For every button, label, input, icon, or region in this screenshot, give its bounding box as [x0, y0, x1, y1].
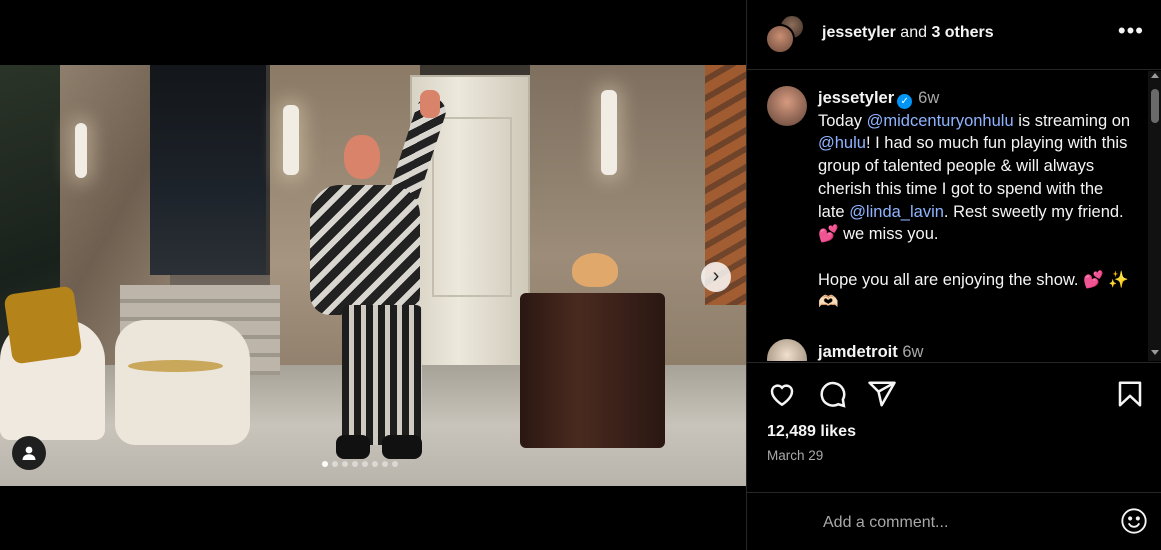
- carousel-dot: [332, 461, 338, 467]
- authors-conjunction: and: [895, 24, 932, 41]
- next-photo-button[interactable]: ›: [701, 262, 731, 292]
- carousel-dot: [322, 461, 328, 467]
- photo-sconce: [75, 123, 87, 178]
- user-icon: [22, 446, 36, 460]
- comments-scrollbar[interactable]: [1148, 71, 1161, 361]
- scrollbar-thumb[interactable]: [1151, 89, 1159, 123]
- photo-sconce: [601, 90, 617, 175]
- caption-text: is streaming on: [1013, 111, 1131, 130]
- emoji-icon[interactable]: [1120, 507, 1148, 535]
- mention-link[interactable]: @hulu: [818, 134, 866, 152]
- comment-time[interactable]: 6w: [902, 343, 923, 361]
- person-boot: [382, 435, 422, 459]
- comment-username[interactable]: jamdetroit: [818, 343, 898, 361]
- carousel-dot: [342, 461, 348, 467]
- avatar: [765, 24, 795, 54]
- mention-link[interactable]: @linda_lavin: [849, 203, 944, 221]
- verified-badge-icon: ✓: [897, 94, 913, 109]
- comment-input[interactable]: [823, 511, 1093, 535]
- tagged-users-button[interactable]: [12, 436, 46, 470]
- post-date[interactable]: March 29: [767, 448, 823, 463]
- carousel-dot: [382, 461, 388, 467]
- photo-flowers: [572, 253, 618, 287]
- photo-side-table: [128, 360, 223, 372]
- photo-window: [150, 65, 270, 275]
- heart-icon[interactable]: [767, 379, 797, 409]
- carousel-indicator: [322, 461, 398, 467]
- more-options-icon[interactable]: •••: [1118, 18, 1144, 44]
- carousel-dot: [392, 461, 398, 467]
- caption-text: Hope you all are enjoying the show. 💕 ✨ …: [818, 270, 1129, 312]
- carousel-dot: [352, 461, 358, 467]
- comments-list: jessetyler ✓ 6w Today @midcenturyonhulu is…: [747, 71, 1148, 361]
- author-username[interactable]: jessetyler: [822, 24, 896, 41]
- photo-cabinet: [520, 293, 665, 448]
- scroll-down-arrow-icon[interactable]: [1151, 350, 1159, 355]
- collaborators-avatar[interactable]: [765, 14, 809, 54]
- comment-icon[interactable]: [817, 379, 847, 409]
- avatar[interactable]: [767, 339, 807, 361]
- person-torso: [310, 185, 420, 315]
- add-comment-bar: [747, 492, 1161, 550]
- share-icon[interactable]: [867, 379, 897, 409]
- post-photo[interactable]: [0, 65, 746, 486]
- post-side-panel: jessetyler and 3 others ••• jessetyler ✓ 6…: [746, 0, 1161, 550]
- bookmark-icon[interactable]: [1115, 379, 1145, 409]
- caption: jessetyler ✓ 6w Today @midcenturyonhulu is…: [818, 87, 1133, 314]
- person-boot: [336, 435, 370, 459]
- scroll-up-arrow-icon[interactable]: [1151, 73, 1159, 78]
- post-header: jessetyler and 3 others •••: [747, 0, 1161, 70]
- chevron-right-icon: ›: [712, 265, 720, 287]
- comment-header: jamdetroit 6w: [818, 343, 923, 361]
- person-head: [344, 135, 380, 179]
- avatar[interactable]: [767, 86, 807, 126]
- caption-text: Today: [818, 111, 867, 130]
- likes-count[interactable]: 12,489 likes: [767, 423, 856, 441]
- other-authors-link[interactable]: 3 others: [931, 24, 993, 41]
- photo-person: [300, 85, 460, 465]
- carousel-dot: [372, 461, 378, 467]
- post-actions: 12,489 likes March 29: [747, 362, 1161, 492]
- photo-sconce: [283, 105, 299, 175]
- post-media: ›: [0, 0, 746, 550]
- carousel-dot: [362, 461, 368, 467]
- photo-pillow: [3, 285, 83, 365]
- post-authors: jessetyler and 3 others: [822, 24, 994, 42]
- caption-time[interactable]: 6w: [918, 89, 939, 107]
- person-legs: [342, 305, 422, 445]
- photo-chair: [115, 320, 250, 445]
- caption-username[interactable]: jessetyler: [818, 89, 894, 107]
- mention-link[interactable]: @midcenturyonhulu: [867, 112, 1014, 130]
- person-hand: [420, 90, 440, 118]
